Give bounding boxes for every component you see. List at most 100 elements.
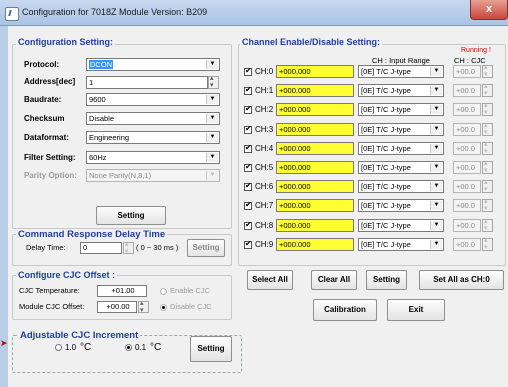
increment-01-unit: °C [150, 342, 162, 353]
chevron-down-icon: ▼ [206, 60, 218, 69]
channel-cjc-input[interactable]: +00.0 [453, 123, 481, 136]
dataformat-label: Dataformat: [24, 133, 69, 142]
channel-cjc-spinner[interactable] [482, 217, 493, 232]
exit-button[interactable]: Exit [387, 299, 445, 321]
module-cjc-offset-spinner[interactable] [138, 299, 149, 314]
channel-cjc-input[interactable]: +00.0 [453, 219, 481, 232]
channel-cjc-input[interactable]: +00.0 [453, 142, 481, 155]
clear-all-button[interactable]: Clear All [311, 270, 357, 290]
configuration-setting-title: Configuration Setting: [16, 37, 115, 47]
channel-reading: +000.000 [276, 238, 354, 251]
channel-enable-checkbox[interactable] [244, 104, 252, 114]
delay-time-title: Command Response Delay Time [16, 229, 168, 240]
channel-reading: +000.000 [276, 103, 354, 116]
set-all-as-ch0-button[interactable]: Set All as CH:0 [419, 270, 504, 290]
delay-time-label: Delay Time: [26, 243, 66, 252]
channel-cjc-spinner[interactable] [482, 82, 493, 97]
channel-cjc-spinner[interactable] [482, 101, 493, 116]
cjc-temperature-input[interactable]: +01.00 [97, 285, 147, 297]
channel-input-range-value: [0E] T/C J-type [361, 105, 411, 114]
channel-cjc-input[interactable]: +00.0 [453, 161, 481, 174]
protocol-select[interactable]: DCON ▼ [86, 58, 220, 71]
channel-cjc-spinner[interactable] [482, 197, 493, 212]
channel-input-range-value: [0E] T/C J-type [361, 67, 411, 76]
checksum-select[interactable]: Disable ▼ [86, 112, 220, 125]
channel-enable-checkbox[interactable] [244, 220, 252, 230]
channel-enable-checkbox[interactable] [244, 85, 252, 95]
channel-cjc-input[interactable]: +00.0 [453, 180, 481, 193]
increment-1-unit: °C [80, 342, 92, 353]
channel-input-range-select[interactable]: [0E] T/C J-type ▼ [358, 65, 444, 78]
channel-input-range-select[interactable]: [0E] T/C J-type ▼ [358, 238, 444, 251]
channel-reading: +000.000 [276, 84, 354, 97]
channel-cjc-spinner[interactable] [482, 159, 493, 174]
chevron-down-icon: ▼ [430, 86, 442, 95]
channel-enable-checkbox[interactable] [244, 200, 252, 210]
channel-cjc-input[interactable]: +00.0 [453, 84, 481, 97]
module-cjc-offset-label: Module CJC Offset: [19, 302, 85, 311]
calibration-button[interactable]: Calibration [313, 299, 377, 321]
channel-label: CH:7 [255, 201, 274, 210]
channel-input-range-value: [0E] T/C J-type [361, 240, 411, 249]
channel-enable-checkbox[interactable] [244, 181, 252, 191]
channel-reading: +000.000 [276, 219, 354, 232]
channel-cjc-spinner[interactable] [482, 178, 493, 193]
channel-cjc-spinner[interactable] [482, 121, 493, 136]
channel-reading: +000.000 [276, 199, 354, 212]
protocol-label: Protocol: [24, 60, 60, 69]
channel-cjc-input[interactable]: +00.0 [453, 199, 481, 212]
chevron-down-icon: ▼ [206, 133, 218, 142]
close-button[interactable]: x [470, 0, 508, 20]
channel-cjc-spinner[interactable] [482, 236, 493, 251]
channel-enable-checkbox[interactable] [244, 66, 252, 76]
increment-1-radio[interactable] [55, 344, 62, 351]
config-setting-button[interactable]: Setting [96, 206, 166, 225]
dataformat-select[interactable]: Engineering ▼ [86, 131, 220, 144]
disable-cjc-radio[interactable] [160, 304, 167, 311]
parity-select[interactable]: None Parity(N,8,1) ▼ [86, 169, 220, 182]
parity-value: None Parity(N,8,1) [89, 171, 152, 180]
select-all-button[interactable]: Select All [247, 270, 293, 290]
delay-setting-button[interactable]: Setting [187, 239, 225, 257]
channel-input-range-select[interactable]: [0E] T/C J-type ▼ [358, 103, 444, 116]
channel-input-range-select[interactable]: [0E] T/C J-type ▼ [358, 142, 444, 155]
cjc-temperature-label: CJC Temperature: [19, 286, 80, 295]
channel-cjc-input[interactable]: +00.0 [453, 65, 481, 78]
module-cjc-offset-input[interactable]: +00.00 [97, 301, 137, 313]
channel-input-range-value: [0E] T/C J-type [361, 163, 411, 172]
chevron-down-icon: ▼ [430, 201, 442, 210]
filter-value: 60Hz [89, 153, 107, 162]
channel-enable-checkbox[interactable] [244, 239, 252, 249]
channel-input-range-select[interactable]: [0E] T/C J-type ▼ [358, 180, 444, 193]
chevron-down-icon: ▼ [430, 221, 442, 230]
delay-time-spinner[interactable] [123, 240, 134, 255]
chevron-down-icon: ▼ [430, 240, 442, 249]
title-bar: Configuration for 7018Z Module Version: … [0, 0, 508, 26]
channel-cjc-input[interactable]: +00.0 [453, 238, 481, 251]
chevron-down-icon: ▼ [430, 105, 442, 114]
channel-input-range-select[interactable]: [0E] T/C J-type ▼ [358, 219, 444, 232]
address-spinner[interactable] [208, 74, 219, 89]
channel-cjc-spinner[interactable] [482, 140, 493, 155]
channel-input-range-select[interactable]: [0E] T/C J-type ▼ [358, 161, 444, 174]
channel-input-range-value: [0E] T/C J-type [361, 221, 411, 230]
channel-enable-checkbox[interactable] [244, 162, 252, 172]
increment-01-radio[interactable] [125, 344, 132, 351]
address-input[interactable]: 1 [86, 76, 208, 89]
filter-select[interactable]: 60Hz ▼ [86, 151, 220, 164]
channel-input-range-select[interactable]: [0E] T/C J-type ▼ [358, 84, 444, 97]
channel-input-range-select[interactable]: [0E] T/C J-type ▼ [358, 199, 444, 212]
checksum-value: Disable [89, 114, 115, 123]
baudrate-select[interactable]: 9600 ▼ [86, 93, 220, 106]
channel-enable-checkbox[interactable] [244, 124, 252, 134]
channel-enable-checkbox[interactable] [244, 143, 252, 153]
input-range-header: CH : Input Range [372, 56, 430, 65]
channel-cjc-spinner[interactable] [482, 63, 493, 78]
channel-input-range-select[interactable]: [0E] T/C J-type ▼ [358, 123, 444, 136]
window-left-edge [0, 26, 8, 387]
increment-setting-button[interactable]: Setting [190, 336, 232, 362]
channel-setting-button[interactable]: Setting [366, 270, 407, 290]
channel-cjc-input[interactable]: +00.0 [453, 103, 481, 116]
enable-cjc-radio[interactable] [160, 288, 167, 295]
delay-time-input[interactable]: 0 [80, 242, 122, 254]
